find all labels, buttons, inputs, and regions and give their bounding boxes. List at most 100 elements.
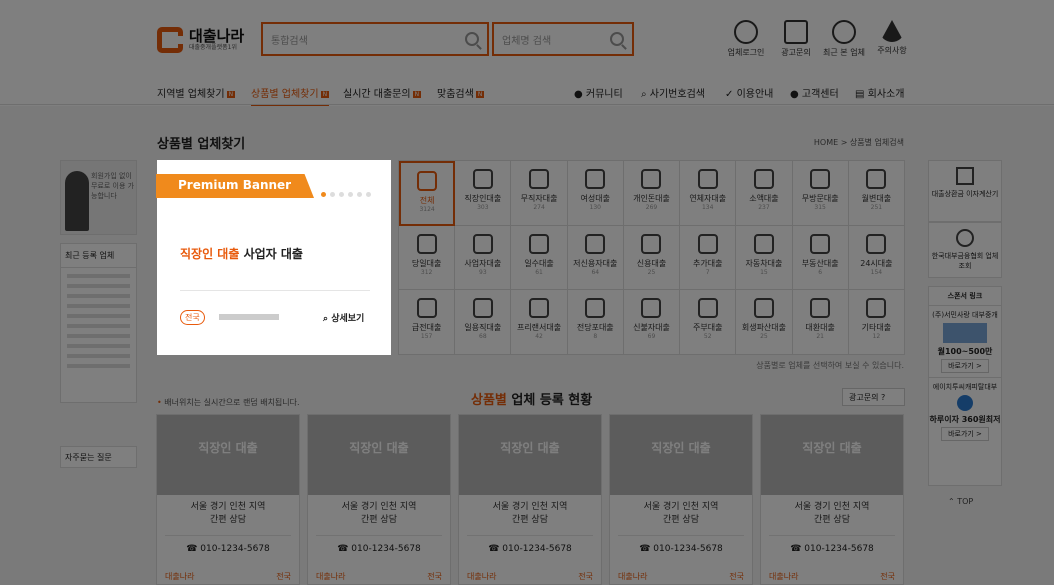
association-lookup-button[interactable]: 한국대부금융협회 업체조회 — [928, 222, 1002, 278]
category-label: 무방문대출 — [801, 194, 839, 203]
category-icon — [641, 233, 662, 254]
nav-fraud-search[interactable]: ⌕ 사기번호검색 — [641, 85, 705, 100]
company-login-button[interactable]: 업체로그인 — [724, 20, 768, 58]
category-count: 42 — [535, 333, 543, 341]
category-cell[interactable]: 사업자대출 93 — [455, 225, 512, 291]
category-cell[interactable]: 무방문대출 315 — [792, 161, 849, 226]
product-card[interactable]: 직장인 대출 서울 경기 인천 지역 간편 상담 ☎ 010-1234-5678 대출나… — [307, 414, 451, 585]
nav-guide[interactable]: ✓ 이용안내 — [725, 85, 773, 100]
category-cell[interactable]: 자동차대출 15 — [736, 225, 793, 291]
faq-label: 자주묻는 질문 — [65, 453, 112, 462]
sponsor-item[interactable]: 에이치투씨캐피탈대부 하루이자 360원최저 바로가기 > — [929, 377, 1001, 445]
nav-item-region[interactable]: 지역별 업체찾기 N — [157, 85, 236, 100]
category-label: 추가대출 — [692, 258, 723, 268]
category-cell[interactable]: 회생파산대출 25 — [736, 290, 793, 355]
carousel-dots[interactable] — [321, 192, 371, 197]
nav-item-product[interactable]: 상품별 업체찾기 N — [251, 85, 330, 107]
product-card[interactable]: 직장인 대출 서울 경기 인천 지역 간편 상담 ☎ 010-1234-5678 대출나… — [458, 414, 602, 585]
product-card[interactable]: 직장인 대출 서울 경기 인천 지역 간편 상담 ☎ 010-1234-5678 대출나… — [609, 414, 753, 585]
company-search-icon[interactable] — [610, 32, 624, 46]
logo[interactable]: 대출나라 대출중개플랫폼1위 — [157, 27, 244, 53]
carousel-dot[interactable] — [366, 192, 371, 197]
card-phone[interactable]: ☎ 010-1234-5678 — [761, 544, 903, 554]
left-ad-banner[interactable]: 회원가입 없이 무료로 이용 가능합니다 — [60, 160, 137, 235]
nav-item-custom-search[interactable]: 맞춤검색 N — [437, 85, 485, 100]
category-cell[interactable]: 여성대출 130 — [567, 161, 624, 226]
premium-banner[interactable]: Premium Banner 직장인 대출 사업자 대출 전국 ⌕ 상세보기 — [156, 160, 391, 355]
list-item[interactable] — [67, 344, 130, 348]
category-label: 연체자대출 — [689, 194, 727, 203]
product-card[interactable]: 직장인 대출 서울 경기 인천 지역 간편 상담 ☎ 010-1234-5678 대출나… — [760, 414, 904, 585]
category-cell[interactable]: 무직자대출 274 — [511, 161, 568, 226]
category-cell[interactable]: 신불자대출 69 — [623, 290, 681, 355]
page-title: 상품별 업체찾기 — [157, 137, 246, 152]
carousel-dot[interactable] — [357, 192, 362, 197]
category-cell[interactable]: 부동산대출 6 — [792, 225, 849, 291]
list-item[interactable] — [67, 334, 130, 338]
category-cell[interactable]: 직장인대출 303 — [455, 161, 512, 226]
category-cell[interactable]: 급전대출 157 — [399, 290, 456, 355]
interest-calculator-button[interactable]: 대출상환금 이자계산기 — [928, 160, 1002, 222]
carousel-dot[interactable] — [339, 192, 344, 197]
search-icon[interactable] — [465, 32, 479, 46]
list-item[interactable] — [67, 354, 130, 358]
card-phone[interactable]: ☎ 010-1234-5678 — [157, 544, 299, 554]
category-cell[interactable]: 연체자대출 134 — [680, 161, 737, 226]
sponsor-item[interactable]: (주)서민사랑 대부중개 월100~500만 바로가기 > — [929, 306, 1001, 377]
category-cell[interactable]: 주부대출 52 — [680, 290, 737, 355]
category-cell[interactable]: 당일대출 312 — [399, 225, 456, 291]
category-cell[interactable]: 전체 3124 — [399, 161, 456, 226]
carousel-dot[interactable] — [321, 192, 326, 197]
faq-button[interactable]: 자주묻는 질문 — [60, 446, 137, 468]
calculator-icon — [956, 167, 974, 185]
list-item[interactable] — [67, 284, 130, 288]
nav-community[interactable]: ● 커뮤니티 — [574, 85, 623, 100]
category-label: 회생파산대출 — [741, 323, 787, 333]
ad-inquiry-button[interactable]: 광고문의 — [774, 20, 818, 58]
carousel-dot[interactable] — [348, 192, 353, 197]
category-cell[interactable]: 월변대출 251 — [848, 161, 905, 226]
premium-ribbon: Premium Banner — [156, 174, 314, 198]
card-phone[interactable]: ☎ 010-1234-5678 — [610, 544, 752, 554]
list-item[interactable] — [67, 294, 130, 298]
category-cell[interactable]: 프리랜서대출 42 — [511, 290, 568, 355]
company-search-input[interactable]: 업체명 검색 — [492, 22, 634, 56]
list-item[interactable] — [67, 364, 130, 368]
card-phone[interactable]: ☎ 010-1234-5678 — [308, 544, 450, 554]
caution-button[interactable]: 주의사항 — [870, 20, 914, 56]
card-phone[interactable]: ☎ 010-1234-5678 — [459, 544, 601, 554]
carousel-dot[interactable] — [330, 192, 335, 197]
category-cell[interactable]: 대환대출 21 — [792, 290, 849, 355]
search-input[interactable]: 통합검색 — [261, 22, 489, 56]
list-item[interactable] — [67, 304, 130, 308]
category-label: 월변대출 — [861, 194, 892, 203]
category-cell[interactable]: 신용대출 25 — [623, 225, 681, 291]
category-cell[interactable]: 기타대출 12 — [848, 290, 905, 355]
category-cell[interactable]: 일용직대출 68 — [455, 290, 512, 355]
recent-viewed-button[interactable]: 최근 본 업체 — [822, 20, 866, 58]
person-image — [65, 171, 89, 231]
list-item[interactable] — [67, 314, 130, 318]
category-cell[interactable]: 추가대출 7 — [680, 225, 737, 291]
category-cell[interactable]: 전당포대출 8 — [567, 290, 624, 355]
ad-inquiry-small-button[interactable]: 광고문의 ? — [842, 388, 905, 406]
product-card[interactable]: 직장인 대출 서울 경기 인천 지역 간편 상담 ☎ 010-1234-5678 대출나… — [156, 414, 300, 585]
category-cell[interactable]: 저신용자대출 64 — [567, 225, 624, 291]
list-item[interactable] — [67, 324, 130, 328]
detail-link[interactable]: ⌕ 상세보기 — [323, 311, 364, 324]
scroll-top-button[interactable]: ⌃ TOP — [948, 497, 973, 506]
list-item[interactable] — [67, 274, 130, 278]
lightbulb-icon — [957, 395, 973, 411]
category-cell[interactable]: 소액대출 237 — [736, 161, 793, 226]
sponsor-go-button[interactable]: 바로가기 > — [941, 427, 989, 441]
category-cell[interactable]: 일수대출 61 — [511, 225, 568, 291]
category-cell[interactable]: 개인돈대출 269 — [623, 161, 681, 226]
sponsor-go-button[interactable]: 바로가기 > — [941, 359, 989, 373]
nav-customer-center[interactable]: ● 고객센터 — [790, 85, 839, 100]
divider — [165, 535, 291, 536]
category-icon — [866, 233, 887, 254]
nav-company-info[interactable]: ▤ 회사소개 — [855, 85, 904, 100]
category-label: 프리랜서대출 — [516, 323, 562, 333]
nav-item-realtime[interactable]: 실시간 대출문의 N — [343, 85, 422, 100]
category-cell[interactable]: 24시대출 154 — [848, 225, 905, 291]
